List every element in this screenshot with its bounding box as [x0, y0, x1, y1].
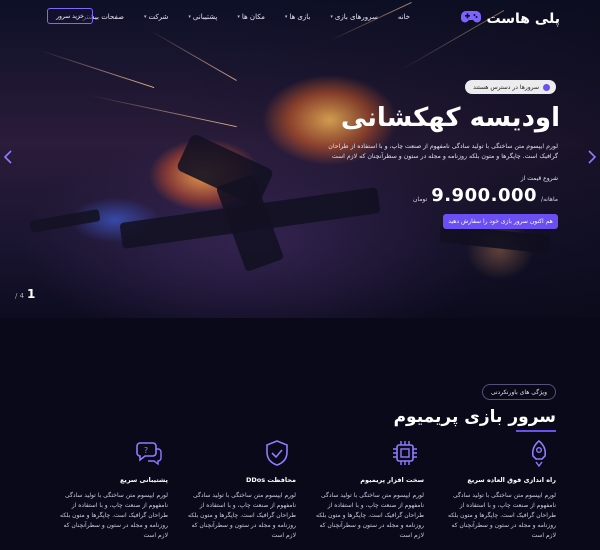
feature-card-desc: لورم ایپسوم متن ساختگی با تولید سادگی نا… [448, 492, 556, 539]
brand-name: پلی هاست [486, 10, 560, 27]
order-server-button[interactable]: هم اکنون سرور بازی خود را سفارش دهید [443, 214, 558, 229]
title-underline [516, 430, 556, 432]
price-label: شروع قیمت از [520, 175, 558, 182]
nav-item-label: مکان ها [241, 13, 265, 21]
nav-item-label: خانه [397, 13, 410, 21]
hero-title: اودیسه کهکشانی [340, 103, 561, 133]
feature-card-title: سخت افزار پریمیوم [360, 476, 424, 484]
features-section: ویژگی های باورنکردنی سرور بازی پریمیوم ر… [0, 318, 600, 550]
shield-check-icon [262, 438, 292, 468]
top-navbar: پلی هاست خانه سرورهای بازی ▾ بازی ها ▾ مکا… [0, 0, 600, 36]
price-unit: ماهانه/ [541, 196, 558, 203]
rocket-icon [524, 438, 554, 468]
chevron-down-icon: ▾ [237, 14, 240, 20]
hero-description: لورم ایپسوم متن ساختگی با تولید سادگی نا… [328, 143, 558, 160]
nav-item-label: شرکت [148, 13, 169, 21]
feature-card-title: راه اندازی فوق العاده سریع [467, 476, 556, 484]
buy-server-button[interactable]: خرید سرور [47, 8, 93, 24]
nav-item-locations[interactable]: مکان ها ▾ [237, 13, 264, 21]
slide-current: 1 [27, 287, 36, 301]
nav-item-support[interactable]: پشتیبانی ▾ [188, 13, 217, 21]
chevron-down-icon: ▾ [188, 14, 191, 20]
feature-card-title: پشتیبانی سریع [119, 476, 168, 484]
chevron-down-icon: ▾ [330, 14, 333, 20]
status-badge: سرورها در دسترس هستند [465, 80, 556, 94]
nav-item-label: سرورهای بازی [334, 13, 378, 21]
chevron-down-icon: ▾ [143, 14, 147, 20]
gamepad-icon [461, 9, 482, 28]
nav-item-company[interactable]: شرکت ▾ [144, 13, 168, 21]
price-row: ماهانه/ 9.900.000 تومان [413, 185, 558, 206]
feature-card-desc: لورم ایپسوم متن ساختگی با تولید سادگی نا… [316, 492, 424, 539]
svg-text:?: ? [144, 446, 148, 455]
nav-item-home[interactable]: خانه [398, 13, 410, 21]
nav-item-games[interactable]: بازی ها ▾ [285, 13, 311, 21]
slide-total: / 4 [15, 292, 25, 300]
chevron-left-icon[interactable] [3, 150, 12, 168]
slide-counter: / 4 1 [15, 287, 35, 301]
chat-support-icon: ? [134, 438, 164, 468]
status-dot-icon [543, 83, 550, 91]
nav-item-label: بازی ها [289, 13, 311, 21]
main-menu: خانه سرورهای بازی ▾ بازی ها ▾ مکان ها ▾ پشت… [58, 13, 410, 21]
site-logo[interactable]: پلی هاست [461, 9, 560, 28]
features-title: سرور بازی پریمیوم [393, 407, 556, 427]
feature-card-desc: لورم ایپسوم متن ساختگی با تولید سادگی نا… [188, 492, 296, 539]
features-badge: ویژگی های باورنکردنی [481, 384, 556, 400]
chevron-down-icon: ▾ [284, 14, 288, 20]
hero-slider: پلی هاست خانه سرورهای بازی ▾ بازی ها ▾ مکا… [0, 0, 600, 318]
feature-card-title: محافظت DDos [245, 476, 296, 484]
cpu-icon [390, 438, 420, 468]
status-badge-label: سرورها در دسترس هستند [473, 83, 539, 91]
price-value: 9.900.000 [431, 185, 538, 206]
feature-card-desc: لورم ایپسوم متن ساختگی با تولید سادگی نا… [60, 492, 168, 539]
nav-item-game-servers[interactable]: سرورهای بازی ▾ [330, 13, 377, 21]
chevron-right-icon[interactable] [588, 150, 597, 168]
nav-item-label: پشتیبانی [192, 13, 218, 21]
price-currency: تومان [412, 196, 428, 203]
